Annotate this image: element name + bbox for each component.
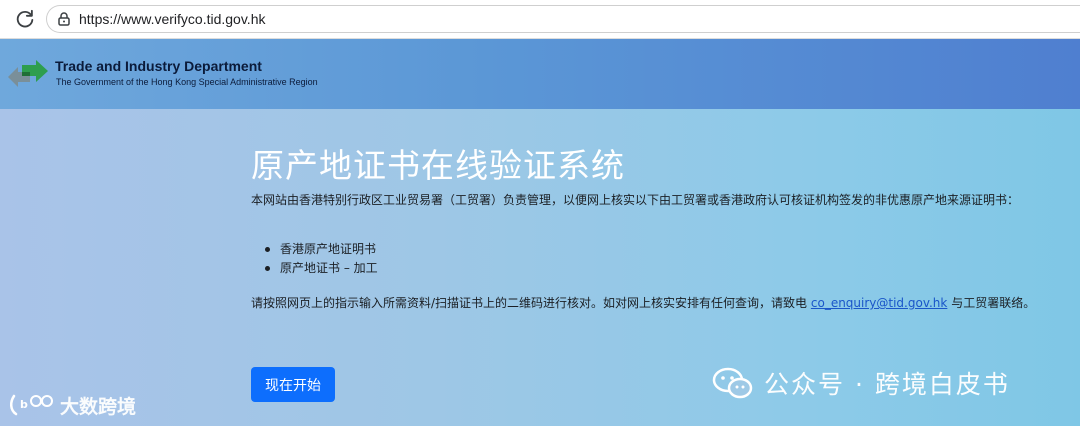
watermark-left-text: 大数跨境 xyxy=(60,395,137,418)
address-bar[interactable]: https://www.verifyco.tid.gov.hk xyxy=(46,5,1080,33)
reload-icon[interactable] xyxy=(14,8,36,30)
department-subtitle: The Government of the Hong Kong Special … xyxy=(56,77,318,87)
watermark-left: b 大数跨境 xyxy=(8,390,136,420)
site-header: Trade and Industry Department The Govern… xyxy=(0,39,1080,109)
wechat-icon xyxy=(712,367,753,399)
tid-logo-icon[interactable] xyxy=(6,55,50,95)
watermark-right: 公众号 · 跨境白皮书 xyxy=(712,365,1010,401)
watermark-logo-icon: b xyxy=(10,394,53,416)
page-title: 原产地证书在线验证系统 xyxy=(251,146,625,185)
browser-toolbar: https://www.verifyco.tid.gov.hk xyxy=(0,0,1080,39)
lock-icon[interactable] xyxy=(56,11,72,27)
department-name: Trade and Industry Department xyxy=(55,58,262,74)
svg-text:b: b xyxy=(20,398,28,411)
watermark-right-text: 公众号 · 跨境白皮书 xyxy=(764,370,1010,399)
start-button[interactable]: 现在开始 xyxy=(251,367,335,402)
note-prefix: 请按照网页上的指示输入所需资料/扫描证书上的二维码进行核对。如对网上核实安排有任… xyxy=(251,296,811,310)
certificate-list: 香港原产地证明书 原产地证书 – 加工 xyxy=(263,240,378,278)
list-item: 香港原产地证明书 xyxy=(263,240,378,259)
intro-text: 本网站由香港特别行政区工业贸易署（工贸署）负责管理，以便网上核实以下由工贸署或香… xyxy=(251,193,1020,207)
note-suffix: 与工贸署联络。 xyxy=(947,296,1036,310)
email-link[interactable]: co_enquiry@tid.gov.hk xyxy=(811,296,948,310)
enquiry-note: 请按照网页上的指示输入所需资料/扫描证书上的二维码进行核对。如对网上核实安排有任… xyxy=(251,294,1041,312)
url-text: https://www.verifyco.tid.gov.hk xyxy=(79,11,266,27)
list-item: 原产地证书 – 加工 xyxy=(263,259,378,278)
